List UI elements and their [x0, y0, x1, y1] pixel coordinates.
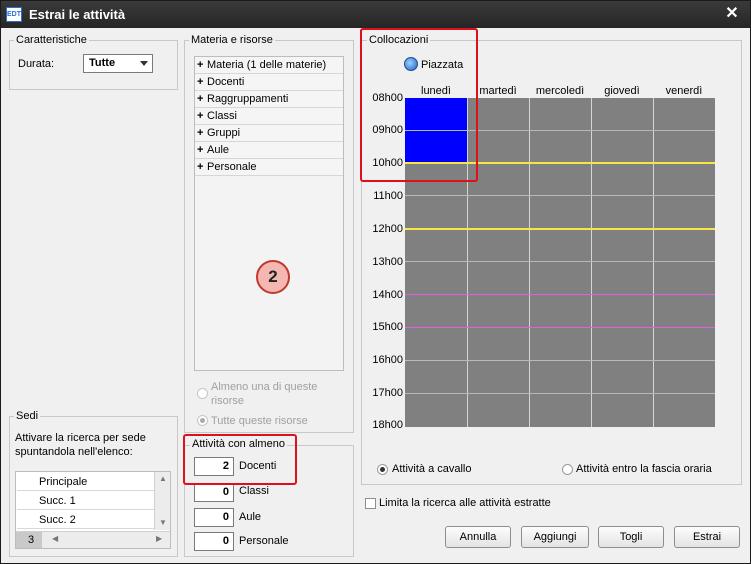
tree-item-label: Materia (1 delle materie)	[207, 59, 327, 71]
durata-label: Durata:	[18, 58, 55, 70]
title-bar: EDT Estrai le attività ✕	[1, 1, 750, 28]
tree-item-aule[interactable]: + Aule	[195, 142, 343, 159]
sedi-description: Attivare la ricerca per sede spuntandola…	[15, 432, 146, 458]
classi-count-label: Classi	[239, 485, 269, 497]
sede-item[interactable]: Succ. 1	[17, 492, 154, 510]
aggiungi-button[interactable]: Aggiungi	[521, 526, 589, 548]
yellow-separator-line	[405, 228, 715, 230]
hour-label: 17h00	[372, 387, 403, 399]
highlight-collocazioni	[360, 28, 478, 182]
limita-label: Limita la ricerca alle attività estratte	[379, 497, 551, 509]
hour-label: 14h00	[372, 289, 403, 301]
grid-column-divider	[653, 98, 654, 427]
hour-label: 18h00	[372, 419, 403, 431]
tree-item-label: Raggruppamenti	[207, 93, 289, 105]
expand-icon[interactable]: +	[197, 125, 207, 141]
grid-column-divider	[529, 98, 530, 427]
scroll-right-icon[interactable]: ▶	[156, 534, 162, 543]
tree-item-classi[interactable]: + Classi	[195, 108, 343, 125]
sedi-list: Principale Succ. 1 Succ. 2 ▲ ▼ 3 ◀ ▶	[15, 471, 171, 549]
scroll-up-icon[interactable]: ▲	[159, 474, 167, 483]
tree-item-label: Classi	[207, 110, 237, 122]
magenta-separator-line	[405, 294, 715, 295]
sedi-legend: Sedi	[14, 410, 41, 422]
step-badge: 2	[256, 260, 290, 294]
grid-row-divider	[405, 261, 715, 262]
window-title: Estrai le attività	[29, 7, 126, 22]
limita-checkbox[interactable]	[365, 498, 376, 509]
annulla-button[interactable]: Annulla	[445, 526, 511, 548]
fascia-radio[interactable]	[562, 464, 573, 475]
aule-count-label: Aule	[239, 511, 262, 523]
tree-item-label: Gruppi	[207, 127, 241, 139]
grid-row-divider	[405, 360, 715, 361]
cavallo-radio[interactable]	[377, 464, 388, 475]
durata-select[interactable]: Tutte	[83, 54, 153, 73]
tree-item-raggruppamenti[interactable]: + Raggruppamenti	[195, 91, 343, 108]
expand-icon[interactable]: +	[197, 74, 207, 90]
hour-label: 16h00	[372, 354, 403, 366]
horizontal-scrollbar[interactable]: 3 ◀ ▶	[16, 531, 170, 548]
day-header: giovedì	[604, 85, 640, 97]
hour-label: 12h00	[372, 223, 403, 235]
aule-count-input[interactable]: 0	[194, 508, 234, 527]
highlight-attivita	[183, 434, 297, 485]
tree-item-label: Aule	[207, 144, 230, 156]
hour-label: 13h00	[372, 256, 403, 268]
day-header: venerdì	[665, 85, 703, 97]
personale-count-label: Personale	[239, 535, 289, 547]
app-icon: EDT	[6, 7, 22, 22]
estrai-button[interactable]: Estrai	[674, 526, 740, 548]
scroll-down-icon[interactable]: ▼	[159, 518, 167, 527]
tree-item-docenti[interactable]: + Docenti	[195, 74, 343, 91]
hour-label: 11h00	[373, 190, 403, 202]
tree-item-gruppi[interactable]: + Gruppi	[195, 125, 343, 142]
magenta-separator-line	[405, 327, 715, 328]
day-header: mercoledì	[535, 85, 585, 97]
expand-icon[interactable]: +	[197, 57, 207, 73]
sede-item[interactable]: Succ. 2	[17, 511, 154, 529]
grid-column-divider	[591, 98, 592, 427]
expand-icon[interactable]: +	[197, 91, 207, 107]
classi-count-input[interactable]: 0	[194, 483, 234, 502]
cavallo-label: Attività a cavallo	[392, 463, 472, 475]
sedi-count: 3	[16, 532, 42, 548]
option-all-radio[interactable]	[197, 415, 208, 426]
expand-icon[interactable]: +	[197, 142, 207, 158]
vertical-scrollbar[interactable]: ▲ ▼	[154, 472, 170, 530]
fascia-label: Attività entro la fascia oraria	[576, 463, 712, 475]
close-icon[interactable]: ✕	[724, 5, 740, 23]
tree-item-label: Personale	[207, 161, 257, 173]
caratteristiche-legend: Caratteristiche	[14, 34, 89, 46]
chevron-down-icon	[140, 61, 148, 66]
togli-button[interactable]: Togli	[598, 526, 664, 548]
expand-icon[interactable]: +	[197, 159, 207, 175]
option-all-label: Tutte queste risorse	[211, 415, 308, 427]
grid-row-divider	[405, 195, 715, 196]
expand-icon[interactable]: +	[197, 108, 207, 124]
sede-item[interactable]: Principale	[17, 473, 154, 491]
tree-item-label: Docenti	[207, 76, 245, 88]
personale-count-input[interactable]: 0	[194, 532, 234, 551]
option-any-label: Almeno una di queste risorse	[211, 381, 318, 407]
materia-legend: Materia e risorse	[189, 34, 275, 46]
tree-item-materia[interactable]: + Materia (1 delle materie)	[195, 57, 343, 74]
durata-value: Tutte	[89, 57, 116, 69]
scroll-left-icon[interactable]: ◀	[52, 534, 58, 543]
hour-label: 15h00	[372, 321, 403, 333]
tree-item-personale[interactable]: + Personale	[195, 159, 343, 176]
grid-row-divider	[405, 393, 715, 394]
option-any-radio[interactable]	[197, 388, 208, 399]
dialog-window: EDT Estrai le attività ✕ Caratteristiche…	[0, 0, 751, 564]
risorse-tree: + Materia (1 delle materie) + Docenti + Rag…	[194, 56, 344, 371]
